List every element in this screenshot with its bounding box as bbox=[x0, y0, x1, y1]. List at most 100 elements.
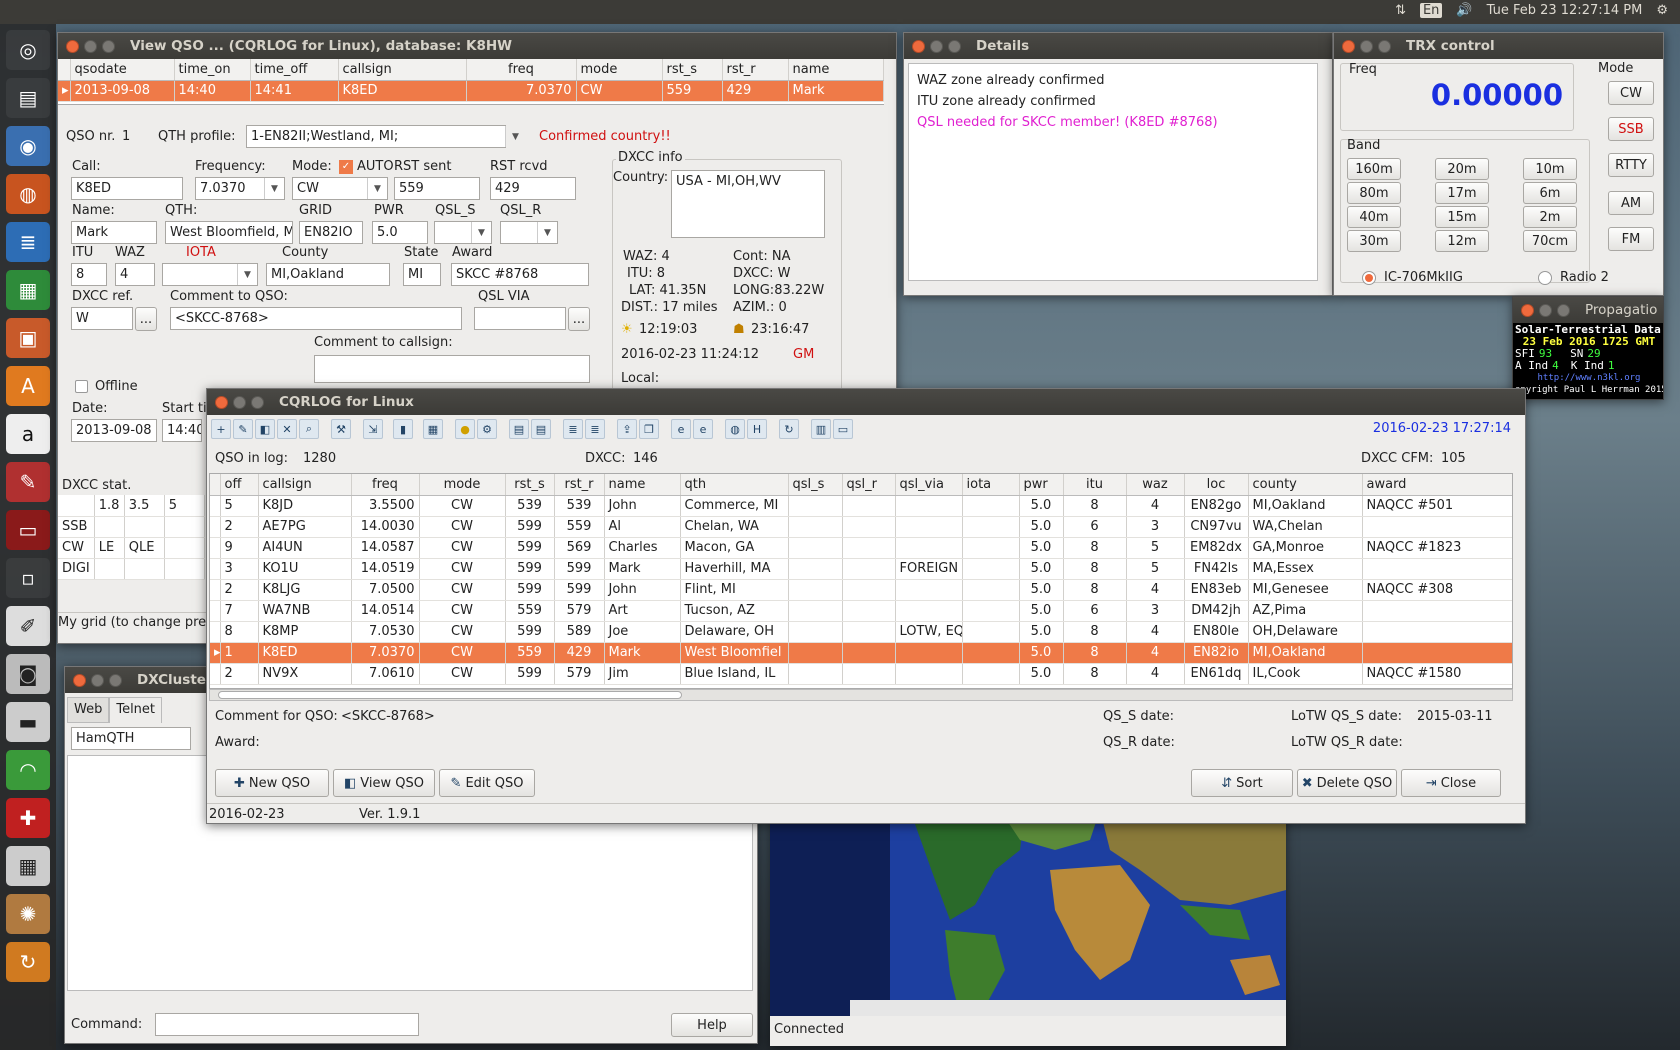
dash-icon[interactable]: ◎ bbox=[6, 30, 50, 70]
view-qso-icon[interactable]: ◧ bbox=[255, 419, 275, 439]
sort-button[interactable]: ⇵ Sort bbox=[1191, 769, 1293, 797]
mode-rtty-button[interactable]: RTTY bbox=[1608, 153, 1654, 177]
chevron-down-icon[interactable]: ▼ bbox=[537, 222, 557, 243]
hamqth-icon[interactable]: H bbox=[747, 419, 767, 439]
server-select[interactable]: HamQTH bbox=[71, 727, 191, 750]
col-mode[interactable]: mode bbox=[576, 59, 663, 81]
maximize-icon[interactable] bbox=[251, 395, 264, 409]
network-icon[interactable]: ⇅ bbox=[1395, 3, 1406, 18]
minimize-icon[interactable] bbox=[84, 39, 97, 53]
col-off[interactable]: off bbox=[220, 474, 259, 496]
col-freq[interactable]: freq bbox=[466, 59, 577, 81]
col-name[interactable]: name bbox=[788, 59, 884, 81]
minimize-icon[interactable] bbox=[1360, 39, 1373, 53]
mode-ssb-button[interactable]: SSB bbox=[1608, 117, 1654, 141]
close-icon[interactable] bbox=[215, 395, 228, 409]
rss-icon[interactable]: ◠ bbox=[6, 750, 50, 790]
terminal-icon[interactable]: ▭ bbox=[6, 510, 50, 550]
band-160m-button[interactable]: 160m bbox=[1347, 158, 1401, 180]
chromium-icon[interactable]: ◉ bbox=[6, 126, 50, 166]
close-icon[interactable] bbox=[1342, 39, 1355, 53]
list1-icon[interactable]: ≣ bbox=[563, 419, 583, 439]
editor-icon[interactable]: ✐ bbox=[6, 606, 50, 646]
col-time-off[interactable]: time_off bbox=[250, 59, 339, 81]
county-field[interactable]: MI,Oakland bbox=[266, 263, 390, 286]
table-icon[interactable]: ▦ bbox=[423, 419, 443, 439]
grid-field[interactable]: EN82IO bbox=[299, 221, 363, 244]
mode-cw-button[interactable]: CW bbox=[1608, 81, 1654, 105]
chevron-down-icon[interactable]: ▼ bbox=[367, 178, 387, 199]
qth-field[interactable]: West Bloomfield, M bbox=[165, 221, 293, 244]
table-row[interactable]: ▸ 1 K8ED 7.0370 CW 559 429 Mark West Bloomfiel 5.… bbox=[210, 642, 1512, 664]
edit-qso-button[interactable]: ✎ Edit QSO bbox=[439, 769, 535, 797]
maximize-icon[interactable] bbox=[109, 673, 122, 687]
col-callsign[interactable]: callsign bbox=[258, 474, 352, 496]
delete-qso-button[interactable]: ✖ Delete QSO bbox=[1297, 769, 1397, 797]
cqrlog-icon[interactable]: ✺ bbox=[6, 894, 50, 934]
search-icon[interactable]: ⌕ bbox=[299, 419, 319, 439]
edit-qso-icon[interactable]: ✎ bbox=[233, 419, 253, 439]
refresh-icon[interactable]: ↻ bbox=[779, 419, 799, 439]
close-icon[interactable] bbox=[912, 39, 925, 53]
scanner-icon[interactable]: ▬ bbox=[6, 702, 50, 742]
col-freq[interactable]: freq bbox=[351, 474, 420, 496]
keyboard-icon[interactable]: ▭ bbox=[833, 419, 853, 439]
maximize-icon[interactable] bbox=[948, 39, 961, 53]
maximize-icon[interactable] bbox=[102, 39, 115, 53]
chevron-down-icon[interactable]: ▼ bbox=[264, 178, 284, 199]
band-15m-button[interactable]: 15m bbox=[1435, 206, 1489, 228]
upload-icon[interactable]: ⇪ bbox=[617, 419, 637, 439]
col-qth[interactable]: qth bbox=[680, 474, 789, 496]
col-rst-s[interactable]: rst_s bbox=[662, 59, 723, 81]
table-row[interactable]: 2 NV9X 7.0610 CW 599 579 Jim Blue Island, IL 5.0… bbox=[210, 663, 1512, 685]
col-award[interactable]: award bbox=[1362, 474, 1512, 496]
help-button[interactable]: Help bbox=[671, 1013, 753, 1037]
col-qsodate[interactable]: qsodate bbox=[70, 59, 175, 81]
col-pwr[interactable]: pwr bbox=[1019, 474, 1064, 496]
horizontal-scrollbar[interactable] bbox=[209, 689, 1513, 701]
chevron-down-icon[interactable]: ▼ bbox=[237, 264, 257, 285]
rst-sent-field[interactable]: 559 bbox=[394, 177, 480, 200]
copy-icon[interactable]: ❐ bbox=[639, 419, 659, 439]
award-field[interactable]: SKCC #8768 bbox=[451, 263, 589, 286]
maximize-icon[interactable] bbox=[1378, 39, 1391, 53]
delete-qso-icon[interactable]: ✕ bbox=[277, 419, 297, 439]
table-row[interactable]: 2 K8LJG 7.0500 CW 599 599 John Flint, MI 5.0 8 4 EN… bbox=[210, 579, 1512, 601]
table-row[interactable]: 3 KO1U 14.0519 CW 599 599 Mark Haverhill, MA FOR… bbox=[210, 558, 1512, 580]
close-icon[interactable] bbox=[1521, 303, 1534, 317]
chevron-down-icon[interactable]: ▼ bbox=[505, 126, 525, 147]
log-table[interactable]: off callsign freq mode rst_s rst_r name qth qsl_… bbox=[209, 473, 1513, 689]
globe-icon[interactable]: ◍ bbox=[725, 419, 745, 439]
band-12m-button[interactable]: 12m bbox=[1435, 230, 1489, 252]
firefox-icon[interactable]: ◍ bbox=[6, 174, 50, 214]
col-mode[interactable]: mode bbox=[419, 474, 506, 496]
gear-icon[interactable]: ⚙ bbox=[1656, 3, 1668, 18]
close-icon[interactable] bbox=[73, 673, 86, 687]
col-iota[interactable]: iota bbox=[962, 474, 1020, 496]
auto-checkbox[interactable]: ✓ bbox=[339, 160, 353, 174]
impress-icon[interactable]: ▣ bbox=[6, 318, 50, 358]
band-2m-button[interactable]: 2m bbox=[1523, 206, 1577, 228]
clock[interactable]: Tue Feb 23 12:27:14 PM bbox=[1487, 3, 1643, 18]
col-time-on[interactable]: time_on bbox=[174, 59, 251, 81]
solar-url[interactable]: http://www.n3kl.org bbox=[1515, 372, 1663, 384]
offline-checkbox[interactable] bbox=[75, 380, 88, 393]
col-county[interactable]: county bbox=[1248, 474, 1363, 496]
table-row[interactable]: 5 K8JD 3.5500 CW 539 539 John Commerce, MI 5.0 8 4… bbox=[210, 495, 1512, 517]
band-40m-button[interactable]: 40m bbox=[1347, 206, 1401, 228]
comment-qso-field[interactable]: <SKCC-8768> bbox=[170, 307, 462, 330]
settings-icon[interactable]: ✎ bbox=[6, 462, 50, 502]
view-qso-button[interactable]: ◧ View QSO bbox=[333, 769, 435, 797]
mode-fm-button[interactable]: FM bbox=[1608, 227, 1654, 251]
start-time-field[interactable]: 14:40 bbox=[162, 419, 202, 442]
new-qso-icon[interactable]: + bbox=[211, 419, 231, 439]
dxcc-ref-field[interactable]: W bbox=[71, 307, 133, 330]
mode-am-button[interactable]: AM bbox=[1608, 191, 1654, 215]
command-input[interactable] bbox=[155, 1013, 419, 1036]
volume-icon[interactable]: 🔊 bbox=[1456, 3, 1472, 18]
list2-icon[interactable]: ≣ bbox=[585, 419, 605, 439]
minimize-icon[interactable] bbox=[930, 39, 943, 53]
calc-icon[interactable]: ▦ bbox=[6, 270, 50, 310]
table-row[interactable]: ▸ 2013-09-08 14:40 14:41 K8ED 7.0370 CW 559 429 M… bbox=[58, 80, 884, 102]
qsl-via-field[interactable] bbox=[474, 307, 566, 330]
